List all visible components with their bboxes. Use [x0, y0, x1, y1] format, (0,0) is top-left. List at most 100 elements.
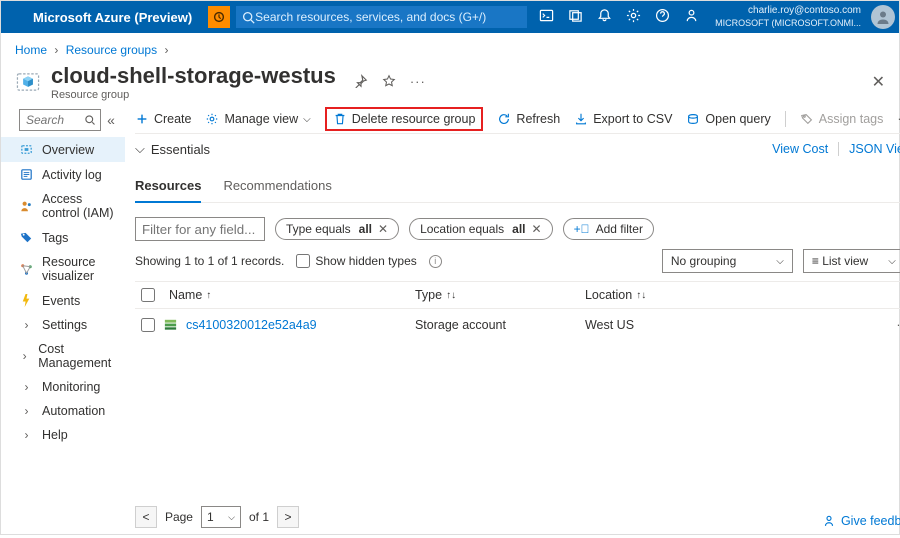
sidebar-item-events[interactable]: Events	[1, 288, 125, 313]
user-account[interactable]: charlie.roy@contoso.com MICROSOFT (MICRO…	[711, 5, 865, 29]
global-search-input[interactable]	[255, 10, 521, 24]
sidebar-item-access-control[interactable]: Access control (IAM)	[1, 187, 125, 225]
settings-icon[interactable]	[626, 8, 641, 26]
page-subtitle: Resource group	[51, 89, 336, 101]
sidebar-item-automation[interactable]: ›Automation	[1, 399, 125, 423]
notifications-icon[interactable]	[597, 8, 612, 26]
activity-log-icon	[19, 167, 34, 182]
sort-icon[interactable]: ↑↓	[636, 290, 646, 301]
sidebar-item-activity-log[interactable]: Activity log	[1, 162, 125, 187]
preview-badge-icon[interactable]	[208, 6, 230, 28]
filter-input[interactable]	[135, 217, 265, 241]
feedback-icon	[822, 514, 836, 528]
page-number-dropdown[interactable]: 1⌵	[201, 506, 241, 528]
col-location[interactable]: Location	[585, 288, 632, 302]
sidebar-item-label: Monitoring	[42, 380, 100, 394]
prev-page-button[interactable]: <	[135, 506, 157, 528]
separator	[785, 111, 786, 127]
chevron-right-icon: ›	[19, 380, 34, 394]
top-bar: Microsoft Azure (Preview) charlie.roy@co…	[1, 1, 899, 33]
open-query-button[interactable]: Open query	[686, 112, 770, 126]
chevron-right-icon: ›	[164, 43, 168, 57]
button-label: Manage view	[224, 112, 298, 126]
collapse-sidebar-icon[interactable]: «	[107, 112, 115, 128]
help-icon[interactable]	[655, 8, 670, 26]
tab-resources[interactable]: Resources	[135, 170, 201, 203]
refresh-button[interactable]: Refresh	[497, 112, 560, 126]
close-icon[interactable]: ✕	[872, 72, 885, 92]
more-icon[interactable]: ···	[410, 74, 426, 91]
view-mode-dropdown[interactable]: ≡ List view⌵	[803, 249, 900, 273]
tags-icon	[19, 230, 34, 245]
sidebar-item-resource-visualizer[interactable]: Resource visualizer	[1, 250, 125, 288]
avatar[interactable]	[871, 5, 895, 29]
brand-label[interactable]: Microsoft Azure (Preview)	[23, 10, 202, 25]
sort-icon[interactable]: ↑↓	[446, 290, 456, 301]
sidebar-item-help[interactable]: ›Help	[1, 423, 125, 447]
tab-bar: Resources Recommendations	[135, 170, 900, 203]
breadcrumb: Home › Resource groups ›	[1, 33, 899, 57]
json-view-link[interactable]: JSON View	[849, 142, 900, 156]
sidebar-item-label: Activity log	[42, 168, 102, 182]
sidebar-item-tags[interactable]: Tags	[1, 225, 125, 250]
view-cost-link[interactable]: View Cost	[772, 142, 828, 156]
tab-recommendations[interactable]: Recommendations	[223, 170, 331, 202]
essentials-header[interactable]: ⌵ Essentials View Cost JSON View	[135, 133, 900, 164]
chevron-right-icon: ›	[19, 349, 30, 363]
sidebar-item-label: Events	[42, 294, 80, 308]
resource-visualizer-icon	[19, 262, 34, 277]
chevron-down-icon: ⌵	[303, 114, 311, 125]
info-icon[interactable]: i	[429, 255, 442, 268]
show-hidden-types-checkbox[interactable]: Show hidden types	[296, 254, 416, 268]
cloudshell-icon[interactable]	[539, 8, 554, 26]
cell-location: West US	[585, 318, 896, 332]
grouping-dropdown[interactable]: No grouping⌵	[662, 249, 793, 273]
global-search[interactable]	[236, 6, 527, 28]
resource-link[interactable]: cs4100320012e52a4a9	[186, 318, 317, 332]
sidebar-item-cost-management[interactable]: ›Cost Management	[1, 337, 125, 375]
manage-view-button[interactable]: Manage view ⌵	[205, 112, 310, 126]
row-checkbox[interactable]	[141, 318, 155, 332]
button-label: Create	[154, 112, 192, 126]
sidebar-item-label: Resource visualizer	[42, 255, 115, 283]
crumb-home[interactable]: Home	[15, 43, 47, 57]
page-title: cloud-shell-storage-westus	[51, 63, 336, 89]
next-page-button[interactable]: >	[277, 506, 299, 528]
row-more-icon[interactable]: ···	[896, 318, 900, 332]
give-feedback-link[interactable]: Give feedback	[822, 514, 900, 528]
button-label: Open query	[705, 112, 770, 126]
top-icon-bar	[533, 8, 705, 26]
sidebar-item-label: Tags	[42, 231, 68, 245]
table-row[interactable]: cs4100320012e52a4a9 Storage account West…	[135, 309, 900, 340]
sidebar-item-overview[interactable]: Overview	[1, 137, 125, 162]
hamburger-icon[interactable]	[5, 10, 17, 25]
button-label: Export to CSV	[593, 112, 672, 126]
feedback-icon[interactable]	[684, 8, 699, 26]
chevron-down-icon: ⌵	[135, 141, 145, 157]
filter-chip-location[interactable]: Location equalsall✕	[409, 218, 552, 240]
add-filter-button[interactable]: +ﾟAdd filter	[563, 218, 654, 240]
page-of-label: of 1	[249, 510, 269, 524]
events-icon	[19, 293, 34, 308]
create-button[interactable]: Create	[135, 112, 192, 126]
close-icon[interactable]: ✕	[378, 222, 388, 236]
directories-icon[interactable]	[568, 8, 583, 26]
col-name[interactable]: Name	[169, 288, 202, 302]
pin-icon[interactable]	[354, 74, 368, 91]
access-control-icon	[19, 199, 34, 214]
sidebar-item-label: Settings	[42, 318, 87, 332]
sidebar-item-monitoring[interactable]: › Monitoring	[1, 375, 125, 399]
sort-icon[interactable]: ↑	[206, 290, 211, 301]
resource-group-icon	[15, 69, 41, 95]
sidebar-item-settings[interactable]: ›Settings	[1, 313, 125, 337]
sidebar-item-label: Overview	[42, 143, 94, 157]
separator	[838, 142, 839, 156]
favorite-icon[interactable]	[382, 74, 396, 91]
select-all-checkbox[interactable]	[141, 288, 155, 302]
export-csv-button[interactable]: Export to CSV	[574, 112, 672, 126]
delete-resource-group-button[interactable]: Delete resource group	[325, 107, 484, 131]
close-icon[interactable]: ✕	[532, 222, 542, 236]
crumb-resource-groups[interactable]: Resource groups	[66, 43, 157, 57]
filter-chip-type[interactable]: Type equalsall✕	[275, 218, 399, 240]
col-type[interactable]: Type	[415, 288, 442, 302]
